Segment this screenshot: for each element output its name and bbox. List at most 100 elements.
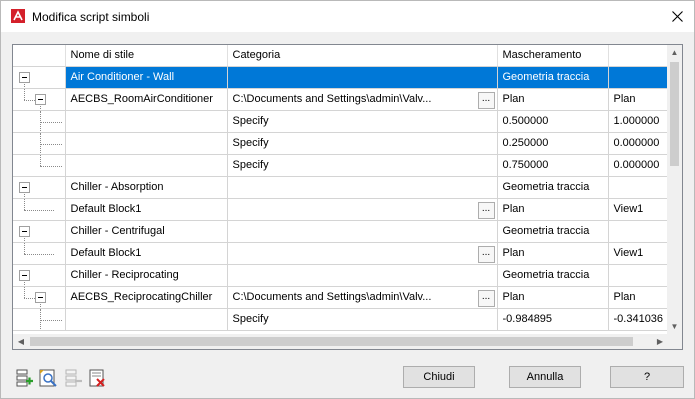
- collapse-icon[interactable]: [19, 269, 30, 281]
- close-window-button[interactable]: [662, 1, 692, 31]
- autocad-logo-icon: [11, 9, 25, 23]
- masking-cell[interactable]: Geometria traccia: [497, 66, 609, 89]
- category-cell[interactable]: [227, 264, 498, 287]
- extra-cell[interactable]: View1: [608, 242, 668, 265]
- masking-cell[interactable]: 0.500000: [497, 110, 609, 133]
- tree-cell: [13, 110, 66, 133]
- extra-cell[interactable]: 0.000000: [608, 132, 668, 155]
- masking-cell[interactable]: Geometria traccia: [497, 176, 609, 199]
- symbol-script-grid[interactable]: Nome di stile Categoria Mascheramento Ai…: [12, 44, 683, 350]
- category-cell[interactable]: C:\Documents and Settings\admin\Valv....…: [227, 286, 498, 309]
- category-cell[interactable]: Specify: [227, 154, 498, 177]
- horizontal-scroll-thumb[interactable]: [30, 337, 633, 346]
- scroll-down-icon[interactable]: ▼: [667, 319, 682, 335]
- extra-cell[interactable]: View1: [608, 198, 668, 221]
- style-name-cell[interactable]: Chiller - Reciprocating: [65, 264, 228, 287]
- table-row[interactable]: Air Conditioner - Wall Geometria traccia: [13, 66, 668, 89]
- category-cell[interactable]: [227, 66, 498, 89]
- scroll-right-icon[interactable]: ▶: [652, 334, 668, 349]
- collapse-icon[interactable]: [35, 291, 46, 303]
- masking-cell[interactable]: 0.750000: [497, 154, 609, 177]
- category-cell[interactable]: Specify: [227, 110, 498, 133]
- category-cell[interactable]: ...: [227, 242, 498, 265]
- collapse-icon[interactable]: [19, 71, 30, 83]
- add-script-icon[interactable]: [14, 368, 34, 388]
- table-row[interactable]: Specify -0.984895 -0.341036: [13, 308, 668, 331]
- column-header-extra[interactable]: [608, 45, 668, 67]
- masking-cell[interactable]: Geometria traccia: [497, 264, 609, 287]
- extra-cell[interactable]: Plan: [608, 286, 668, 309]
- table-row[interactable]: Chiller - Absorption Geometria traccia: [13, 176, 668, 199]
- masking-cell[interactable]: Geometria traccia: [497, 220, 609, 243]
- style-name-cell[interactable]: Default Block1: [65, 242, 228, 265]
- style-name-cell[interactable]: Air Conditioner - Wall: [65, 66, 228, 89]
- header-row: Nome di stile Categoria Mascheramento: [13, 45, 668, 67]
- extra-cell[interactable]: [608, 220, 668, 243]
- style-name-cell[interactable]: AECBS_RoomAirConditioner: [65, 88, 228, 111]
- style-name-cell[interactable]: [65, 308, 228, 331]
- style-name-cell[interactable]: [65, 154, 228, 177]
- category-cell[interactable]: C:\Documents and Settings\admin\Valv....…: [227, 88, 498, 111]
- horizontal-scrollbar[interactable]: ◀ ▶: [13, 334, 668, 349]
- style-name-cell[interactable]: Default Block1: [65, 198, 228, 221]
- delete-script-icon[interactable]: [87, 368, 107, 388]
- column-header-tree[interactable]: [13, 45, 66, 67]
- style-name-cell[interactable]: [65, 110, 228, 133]
- extra-cell[interactable]: Plan: [608, 88, 668, 111]
- style-name-cell[interactable]: [65, 132, 228, 155]
- tree-cell: [13, 264, 66, 287]
- category-cell[interactable]: ...: [227, 198, 498, 221]
- masking-cell[interactable]: Plan: [497, 286, 609, 309]
- category-cell[interactable]: Specify: [227, 308, 498, 331]
- collapse-icon[interactable]: [35, 93, 46, 105]
- table-row[interactable]: Default Block1 ... Plan View1: [13, 242, 668, 265]
- masking-cell[interactable]: 0.250000: [497, 132, 609, 155]
- style-name-cell[interactable]: Chiller - Centrifugal: [65, 220, 228, 243]
- path-text: C:\Documents and Settings\admin\Valv...: [232, 93, 432, 105]
- masking-cell[interactable]: Plan: [497, 198, 609, 221]
- vertical-scroll-thumb[interactable]: [670, 62, 679, 166]
- table-row[interactable]: Default Block1 ... Plan View1: [13, 198, 668, 221]
- tree-cell: [13, 154, 66, 177]
- table-row[interactable]: Chiller - Reciprocating Geometria tracci…: [13, 264, 668, 287]
- extra-cell[interactable]: 0.000000: [608, 154, 668, 177]
- help-button[interactable]: ?: [610, 366, 684, 388]
- close-button[interactable]: Chiudi: [403, 366, 475, 388]
- masking-cell[interactable]: Plan: [497, 88, 609, 111]
- masking-cell[interactable]: -0.984895: [497, 308, 609, 331]
- tree-cell: [13, 220, 66, 243]
- extra-cell[interactable]: -0.341036: [608, 308, 668, 331]
- scroll-up-icon[interactable]: ▲: [667, 45, 682, 61]
- table-row[interactable]: Specify 0.750000 0.000000: [13, 154, 668, 177]
- extra-cell[interactable]: [608, 264, 668, 287]
- preview-icon[interactable]: [38, 368, 58, 388]
- masking-cell[interactable]: Plan: [497, 242, 609, 265]
- browse-button[interactable]: ...: [477, 289, 495, 307]
- browse-button[interactable]: ...: [477, 91, 495, 109]
- browse-button[interactable]: ...: [477, 245, 495, 263]
- collapse-icon[interactable]: [19, 181, 30, 193]
- table-row[interactable]: Specify 0.500000 1.000000: [13, 110, 668, 133]
- table-row[interactable]: Chiller - Centrifugal Geometria traccia: [13, 220, 668, 243]
- category-cell[interactable]: [227, 220, 498, 243]
- move-script-icon: [65, 369, 82, 387]
- table-row[interactable]: AECBS_ReciprocatingChiller C:\Documents …: [13, 286, 668, 309]
- extra-cell[interactable]: [608, 66, 668, 89]
- style-name-cell[interactable]: AECBS_ReciprocatingChiller: [65, 286, 228, 309]
- column-header-masking[interactable]: Mascheramento: [497, 45, 609, 67]
- vertical-scrollbar[interactable]: ▲ ▼: [667, 45, 682, 335]
- close-icon: [671, 10, 683, 22]
- collapse-icon[interactable]: [19, 225, 30, 237]
- extra-cell[interactable]: [608, 176, 668, 199]
- column-header-category[interactable]: Categoria: [227, 45, 498, 67]
- style-name-cell[interactable]: Chiller - Absorption: [65, 176, 228, 199]
- cancel-button[interactable]: Annulla: [509, 366, 581, 388]
- browse-button[interactable]: ...: [477, 201, 495, 219]
- scroll-left-icon[interactable]: ◀: [13, 334, 29, 349]
- extra-cell[interactable]: 1.000000: [608, 110, 668, 133]
- table-row[interactable]: AECBS_RoomAirConditioner C:\Documents an…: [13, 88, 668, 111]
- category-cell[interactable]: Specify: [227, 132, 498, 155]
- column-header-style-name[interactable]: Nome di stile: [65, 45, 228, 67]
- category-cell[interactable]: [227, 176, 498, 199]
- table-row[interactable]: Specify 0.250000 0.000000: [13, 132, 668, 155]
